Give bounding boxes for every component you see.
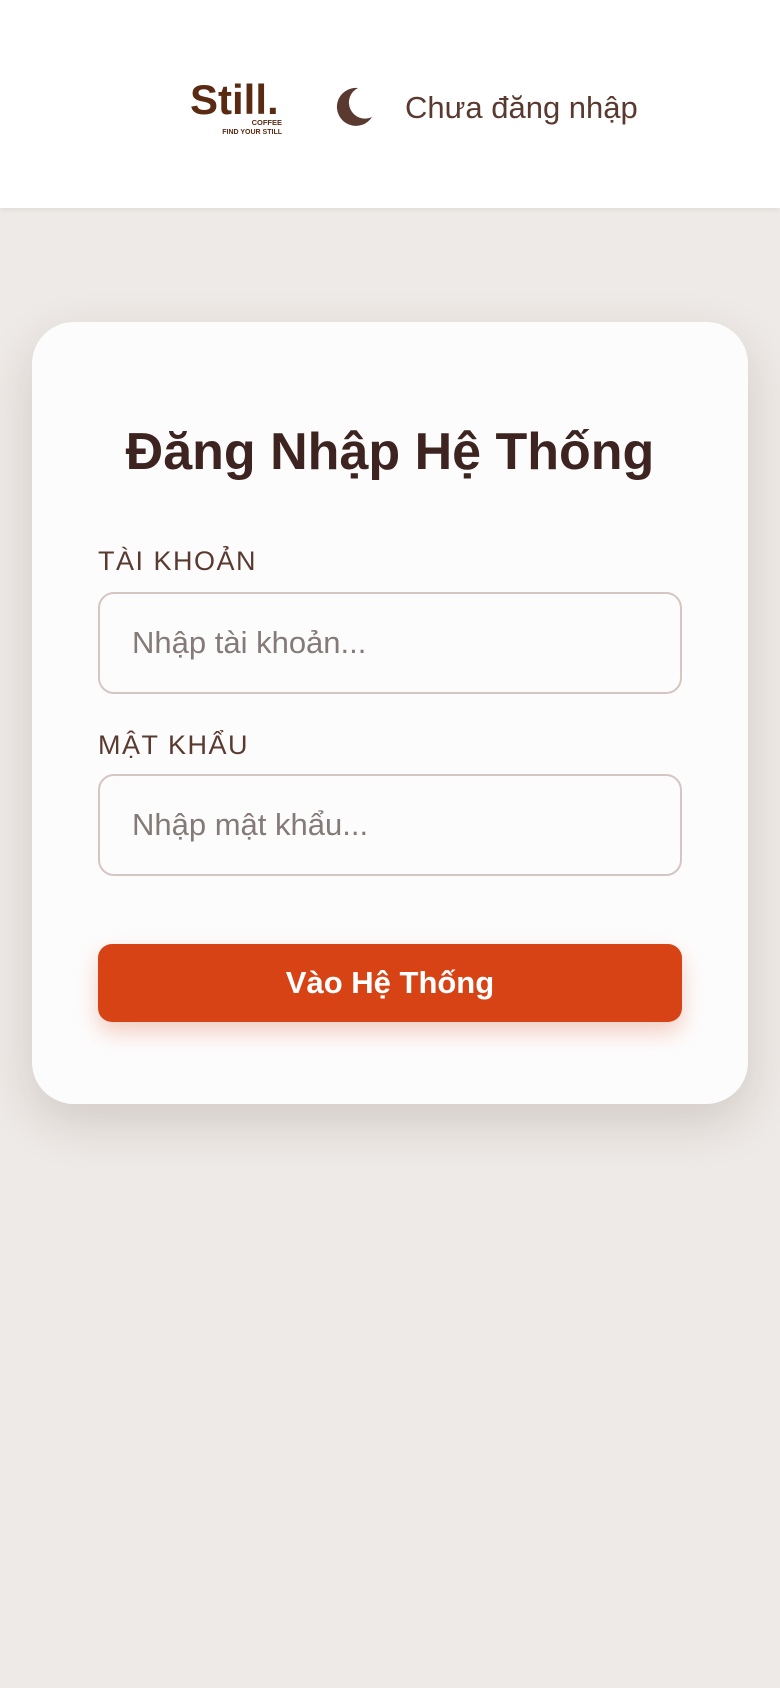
login-card: Đăng Nhập Hệ Thống TÀI KHOẢN MẬT KHẨU Và… [32, 322, 748, 1104]
svg-text:COFFEE: COFFEE [252, 118, 282, 127]
top-header: Still. COFFEE FIND YOUR STILL Chưa đăng … [0, 0, 780, 208]
login-status-text: Chưa đăng nhập [405, 90, 638, 125]
login-submit-button[interactable]: Vào Hệ Thống [98, 944, 682, 1022]
svg-text:FIND YOUR STILL: FIND YOUR STILL [222, 129, 282, 136]
username-label: TÀI KHOẢN [98, 546, 258, 576]
still-coffee-logo[interactable]: Still. COFFEE FIND YOUR STILL [190, 78, 286, 136]
username-input[interactable] [98, 592, 682, 694]
password-input[interactable] [98, 774, 682, 876]
moon-icon[interactable] [330, 84, 376, 130]
svg-text:Still.: Still. [190, 78, 279, 123]
password-label: MẬT KHẨU [98, 730, 250, 760]
login-title: Đăng Nhập Hệ Thống [125, 423, 655, 481]
